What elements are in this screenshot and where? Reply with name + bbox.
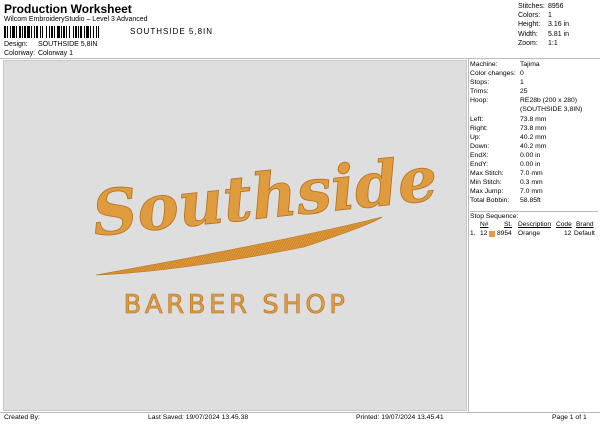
prop-row: Max Stitch: 7.0 mm	[470, 170, 543, 178]
summary-row: Zoom: 1:1	[518, 39, 558, 47]
prop-row: Color changes: 0	[470, 70, 524, 78]
header-divider	[0, 58, 600, 59]
prop-row: Right: 73.8 mm	[470, 124, 547, 132]
prop-row: Stops: 1	[470, 79, 524, 87]
embroidery-artwork: Southside BARBER SHOP	[88, 141, 441, 320]
design-row: Design: SOUTHSIDE 5,8IN	[4, 41, 97, 48]
software-name: Wilcom EmbroideryStudio – Level 3 Advanc…	[4, 16, 148, 23]
barber-shop-text: BARBER SHOP	[124, 290, 349, 320]
last-saved: Last Saved: 19/07/2024 13.45.38	[148, 414, 249, 421]
prop-row: Total Bobbin: 58.85ft	[470, 197, 541, 205]
colorway-value: Colorway 1	[37, 50, 73, 57]
col-description: Description	[518, 221, 551, 228]
barcode	[4, 26, 126, 38]
colorway-label: Colorway:	[4, 50, 36, 57]
design-label: Design:	[4, 41, 28, 48]
summary-row: Stitches: 8956	[518, 3, 564, 10]
table-row: 1. 12 8954 Orange 12 Default	[470, 229, 598, 238]
design-value: SOUTHSIDE 5,8IN	[37, 41, 98, 48]
row-code: 12	[564, 230, 572, 237]
created-by: Created By:	[4, 414, 40, 421]
summary-row: Height: 3.16 in	[518, 21, 570, 29]
row-n: 12	[480, 230, 488, 237]
row-brand: Default	[574, 230, 595, 237]
prop-row: EndY: 0.00 in	[470, 161, 541, 169]
prop-row: Hoop: RE28b (200 x 280)	[470, 97, 578, 105]
prop-row: Up: 40.2 mm	[470, 133, 547, 141]
col-code: Code	[556, 221, 572, 228]
prop-row: EndX: 0.00 in	[470, 151, 541, 159]
row-st: 8954	[497, 230, 512, 237]
column-divider	[468, 58, 469, 412]
col-n: N#	[480, 221, 489, 228]
col-st: St.	[504, 221, 513, 228]
prop-row: Machine: Tajima	[470, 61, 540, 68]
design-preview: Southside BARBER SHOP	[3, 60, 467, 411]
color-swatch	[489, 230, 495, 237]
page-number: Page 1 of 1	[552, 414, 587, 421]
barcode-bar	[99, 26, 101, 38]
colorway-row: Colorway: Colorway 1	[4, 50, 73, 57]
prop-row: Max Jump: 7.0 mm	[470, 188, 543, 196]
stop-sequence-table: N# St. Description Code Brand 1. 12 8954…	[470, 220, 598, 238]
summary-row: Width: 5.81 in	[518, 30, 570, 38]
printed-date: Printed: 19/07/2024 13.45.41	[356, 414, 444, 421]
table-header: N# St. Description Code Brand	[470, 220, 598, 229]
row-index: 1.	[470, 230, 476, 237]
summary-row: Colors: 1	[518, 12, 552, 20]
prop-row: Trims: 25	[470, 88, 528, 96]
barcode-text: SOUTHSIDE 5,8IN	[130, 27, 214, 36]
prop-row: (SOUTHSIDE 3,8IN)	[520, 106, 583, 114]
footer: Created By: Last Saved: 19/07/2024 13.45…	[0, 412, 600, 425]
summary-block: Stitches: 8956 Colors: 1 Height: 3.16 in Wi…	[518, 2, 569, 48]
script-logo-text: Southside	[89, 142, 441, 251]
page-title: Production Worksheet	[4, 2, 132, 16]
row-description: Orange	[518, 230, 540, 237]
prop-row: Left: 73.8 mm	[470, 115, 547, 123]
col-brand: Brand	[576, 221, 594, 228]
machine-properties: Machine: Tajima Color changes: 0 Stops: 1 T…	[470, 60, 598, 206]
prop-row: Down: 40.2 mm	[470, 142, 547, 150]
prop-row: Min Stitch: 0.3 mm	[470, 179, 543, 187]
